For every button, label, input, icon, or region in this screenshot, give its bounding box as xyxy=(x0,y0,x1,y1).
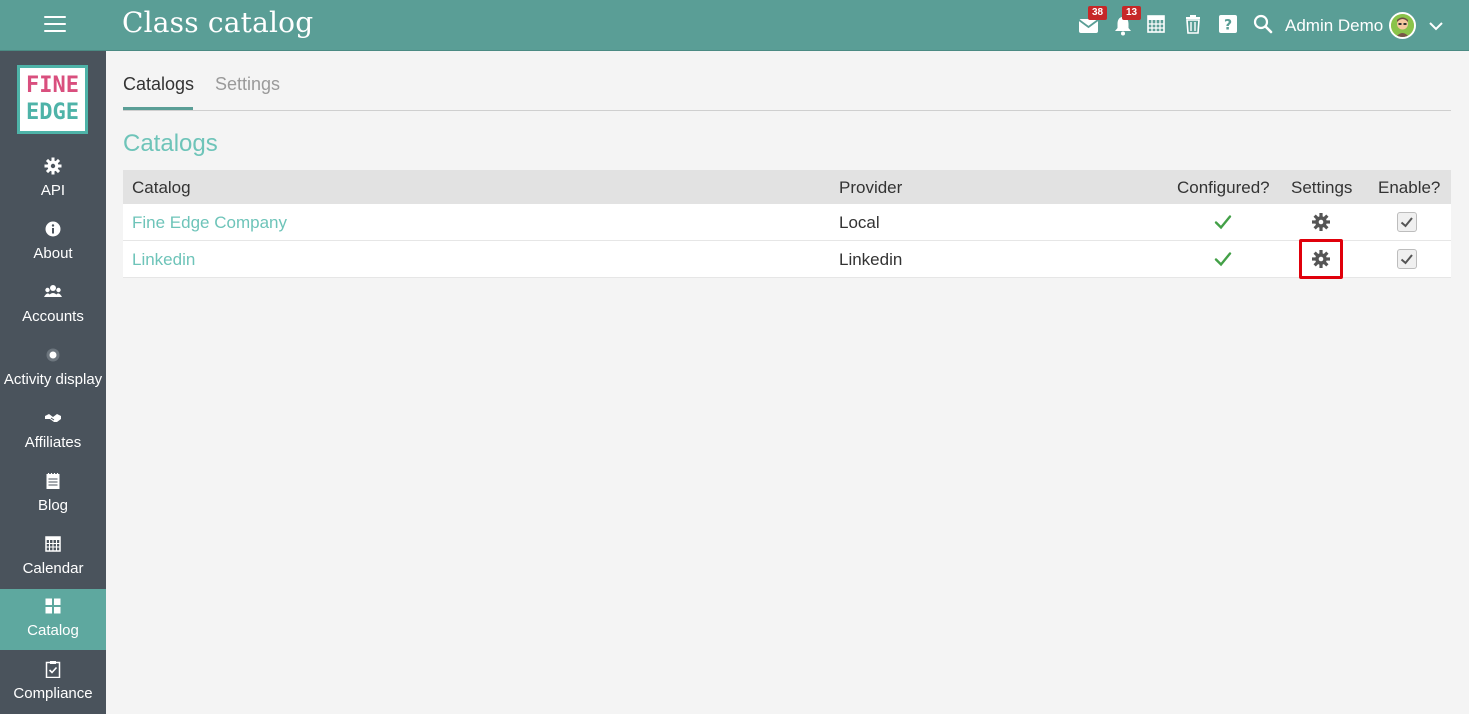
fine-edge-logo[interactable]: FINE EDGE xyxy=(17,65,88,134)
notepad-icon xyxy=(46,473,60,489)
provider-value: Local xyxy=(839,213,880,232)
notifications-button[interactable]: 13 xyxy=(1112,6,1142,36)
sidebar-item-label: Affiliates xyxy=(24,434,82,451)
catalog-name-link[interactable]: Linkedin xyxy=(132,250,195,270)
user-menu-chevron[interactable] xyxy=(1428,18,1444,34)
sidebar-item-affiliates[interactable]: Affiliates xyxy=(0,401,106,462)
column-header-enable: Enable? xyxy=(1378,178,1441,197)
calendar-icon xyxy=(45,536,61,552)
sidebar-item-label: API xyxy=(40,182,66,199)
table-row: Linkedin Linkedin xyxy=(123,239,1451,279)
column-header-configured: Configured? xyxy=(1177,178,1270,197)
sidebar-item-calendar[interactable]: Calendar xyxy=(0,527,106,588)
column-header-catalog: Catalog xyxy=(132,178,191,197)
trash-icon xyxy=(1186,15,1200,34)
trash-button[interactable] xyxy=(1183,14,1205,36)
dot-circle-icon xyxy=(46,348,60,362)
sidebar-item-about[interactable]: About xyxy=(0,212,106,273)
logo-text-line1: FINE xyxy=(26,73,79,98)
sidebar: FINE EDGE API About Accounts Activity di… xyxy=(0,51,106,714)
sidebar-item-blog[interactable]: Blog xyxy=(0,464,106,525)
column-header-provider: Provider xyxy=(839,178,903,197)
column-header-settings: Settings xyxy=(1291,178,1353,197)
page-title: Class catalog xyxy=(122,6,314,39)
search-icon xyxy=(1253,14,1273,34)
calendar-icon xyxy=(1147,15,1165,33)
svg-text:?: ? xyxy=(1224,18,1232,34)
info-icon xyxy=(45,221,61,237)
top-bar: Class catalog 38 13 ? Admin Demo xyxy=(0,0,1469,51)
enable-checkbox[interactable] xyxy=(1397,249,1417,269)
sidebar-item-label: Calendar xyxy=(22,560,84,577)
configured-check-icon xyxy=(1214,252,1232,267)
tab-catalogs[interactable]: Catalogs xyxy=(123,74,194,95)
sidebar-item-label: About xyxy=(33,245,73,262)
sidebar-item-label: Blog xyxy=(37,497,69,514)
tab-bar: Catalogs Settings xyxy=(123,51,1451,111)
help-button[interactable]: ? xyxy=(1218,14,1240,36)
gear-icon xyxy=(44,157,62,175)
table-header: Catalog Provider Configured? Settings En… xyxy=(123,170,1451,204)
avatar[interactable] xyxy=(1389,12,1416,39)
sidebar-item-label: Catalog xyxy=(27,622,79,639)
provider-value: Linkedin xyxy=(839,250,903,269)
checkmark-icon xyxy=(1400,254,1413,265)
user-name[interactable]: Admin Demo xyxy=(1285,16,1383,36)
logo-text-line2: EDGE xyxy=(26,100,79,125)
catalog-name-link[interactable]: Fine Edge Company xyxy=(132,213,287,233)
help-icon: ? xyxy=(1219,15,1237,34)
avatar-icon xyxy=(1391,14,1414,37)
section-title: Catalogs xyxy=(123,130,218,157)
messages-badge: 38 xyxy=(1088,6,1108,20)
tab-settings[interactable]: Settings xyxy=(215,74,280,95)
users-icon xyxy=(44,285,62,297)
sidebar-item-activity-display[interactable]: Activity display xyxy=(0,338,106,399)
messages-button[interactable]: 38 xyxy=(1078,6,1108,36)
table-row: Fine Edge Company Local xyxy=(123,204,1451,241)
highlight-box xyxy=(1299,239,1343,279)
sidebar-item-compliance[interactable]: Compliance xyxy=(0,652,106,713)
configured-check-icon xyxy=(1214,215,1232,230)
grid-icon xyxy=(45,598,61,614)
sidebar-item-catalog[interactable]: Catalog xyxy=(0,589,106,650)
sidebar-item-accounts[interactable]: Accounts xyxy=(0,275,106,336)
calendar-button[interactable] xyxy=(1146,14,1168,36)
handshake-icon xyxy=(45,414,61,422)
search-button[interactable] xyxy=(1253,14,1275,36)
settings-gear-button[interactable] xyxy=(1311,212,1331,232)
notifications-badge: 13 xyxy=(1122,6,1142,20)
chevron-down-icon xyxy=(1429,22,1443,31)
sidebar-item-api[interactable]: API xyxy=(0,149,106,210)
enable-checkbox[interactable] xyxy=(1397,212,1417,232)
sidebar-item-label: Accounts xyxy=(22,308,84,325)
hamburger-icon[interactable] xyxy=(44,16,66,34)
active-tab-indicator xyxy=(123,107,193,110)
sidebar-item-label: Activity display xyxy=(3,371,103,388)
clipboard-check-icon xyxy=(45,661,61,678)
sidebar-item-label: Compliance xyxy=(13,685,93,702)
checkmark-icon xyxy=(1400,217,1413,228)
